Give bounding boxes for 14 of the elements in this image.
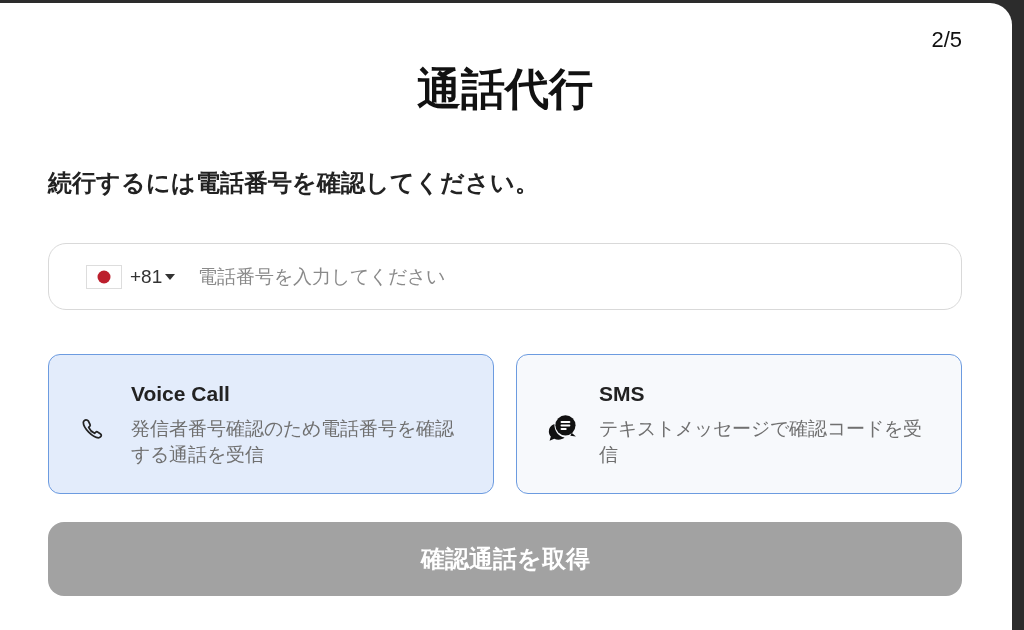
phone-icon xyxy=(79,416,105,442)
step-counter: 2/5 xyxy=(931,27,962,54)
method-title: SMS xyxy=(599,381,646,407)
dialog-title: 通話代行 xyxy=(416,63,594,115)
method-title: Voice Call xyxy=(131,381,231,407)
verification-method-card[interactable]: SMS テキストメッセージで確認コードを受信 xyxy=(516,354,962,494)
caret-icon xyxy=(164,272,177,281)
phone-input-field[interactable]: +81 電話番号を入力してください xyxy=(48,243,962,310)
country-code-selector[interactable]: +81 xyxy=(86,264,177,289)
verification-method-card[interactable]: Voice Call 発信者番号確認のため電話番号を確認する通話を受信 xyxy=(48,354,494,494)
flag-icon xyxy=(86,264,122,289)
method-description: 発信者番号確認のため電話番号を確認する通話を受信 xyxy=(131,417,455,467)
instruction-text: 続行するには電話番号を確認してください。 xyxy=(48,168,540,198)
method-description: テキストメッセージで確認コードを受信 xyxy=(599,417,923,467)
